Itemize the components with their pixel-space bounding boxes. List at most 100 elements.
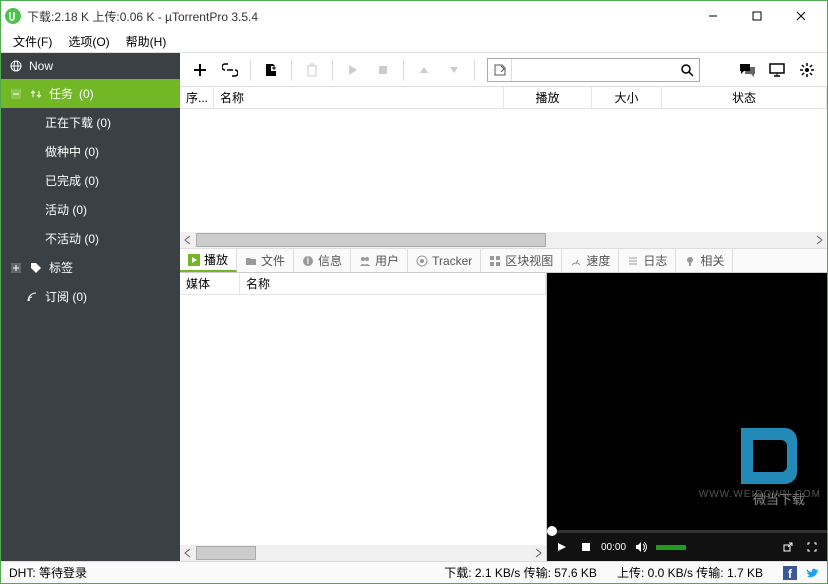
video-frame[interactable]: 微当下载 WWW.WEIDOWN.COM (547, 273, 827, 530)
menu-file[interactable]: 文件(F) (5, 31, 60, 52)
list-icon (627, 255, 639, 267)
scroll-left-icon[interactable] (180, 233, 196, 247)
settings-button[interactable] (793, 57, 821, 83)
gauge-icon (570, 255, 582, 267)
toolbar (180, 53, 827, 87)
tab-log[interactable]: 日志 (619, 249, 676, 272)
video-play-button[interactable] (553, 538, 571, 556)
torrent-list-body[interactable] (180, 109, 827, 232)
col-media-name[interactable]: 名称 (240, 273, 546, 294)
detail-tabs: 播放 文件 i信息 用户 Tracker 区块视图 速度 日志 相关 (180, 249, 827, 273)
sidebar-tasks-count: (0) (79, 87, 94, 101)
info-icon: i (302, 255, 314, 267)
media-hscrollbar[interactable] (180, 545, 546, 561)
tab-info[interactable]: i信息 (294, 249, 351, 272)
video-popout-button[interactable] (779, 538, 797, 556)
chat-button[interactable] (733, 57, 761, 83)
users-icon (359, 255, 371, 267)
torrent-list-header: 序... 名称 播放 大小 状态 (180, 87, 827, 109)
facebook-icon[interactable]: f (783, 566, 797, 580)
sidebar-item-completed[interactable]: 已完成 (0) (1, 166, 180, 195)
remote-button[interactable] (763, 57, 791, 83)
video-player: 微当下载 WWW.WEIDOWN.COM 00:00 (547, 273, 827, 561)
expand-icon (9, 263, 23, 273)
add-url-button[interactable] (216, 57, 244, 83)
media-list: 媒体 名称 (180, 273, 547, 561)
search-input[interactable] (512, 59, 675, 81)
target-icon (416, 255, 428, 267)
col-media[interactable]: 媒体 (180, 273, 240, 294)
move-down-button[interactable] (440, 57, 468, 83)
twitter-icon[interactable] (805, 566, 819, 580)
detail-panel: 播放 文件 i信息 用户 Tracker 区块视图 速度 日志 相关 媒体 名称 (180, 249, 827, 561)
video-volume-slider[interactable] (656, 545, 686, 550)
video-volume-button[interactable] (632, 538, 650, 556)
app-icon (5, 8, 21, 24)
search-box (487, 58, 700, 82)
sidebar-item-labels[interactable]: 标签 (1, 253, 180, 282)
stop-button[interactable] (369, 57, 397, 83)
status-dht[interactable]: DHT: 等待登录 (9, 564, 87, 581)
torrent-hscrollbar[interactable] (180, 232, 827, 248)
col-seq[interactable]: 序... (180, 87, 214, 108)
sidebar-item-downloading[interactable]: 正在下载 (0) (1, 108, 180, 137)
scroll-right-icon[interactable] (811, 233, 827, 247)
status-download[interactable]: 下载: 2.1 KB/s 传输: 57.6 KB (444, 564, 597, 581)
titlebar: 下载:2.18 K 上传:0.06 K - µTorrentPro 3.5.4 (1, 1, 827, 31)
sidebar-item-active[interactable]: 活动 (0) (1, 195, 180, 224)
video-fullscreen-button[interactable] (803, 538, 821, 556)
grid-icon (489, 255, 501, 267)
start-button[interactable] (339, 57, 367, 83)
col-name[interactable]: 名称 (214, 87, 504, 108)
close-button[interactable] (779, 2, 823, 30)
menubar: 文件(F) 选项(O) 帮助(H) (1, 31, 827, 53)
remove-button[interactable] (298, 57, 326, 83)
maximize-button[interactable] (735, 2, 779, 30)
torrent-list: 序... 名称 播放 大小 状态 (180, 87, 827, 249)
search-category-button[interactable] (488, 59, 512, 81)
menu-help[interactable]: 帮助(H) (118, 31, 175, 52)
sidebar-feeds-label: 订阅 (0) (45, 288, 87, 305)
sidebar-item-tasks[interactable]: 任务 (0) (1, 79, 180, 108)
tab-speed[interactable]: 速度 (562, 249, 619, 272)
sidebar-item-now[interactable]: Now (1, 53, 180, 79)
tab-pieces[interactable]: 区块视图 (481, 249, 562, 272)
sidebar-item-inactive[interactable]: 不活动 (0) (1, 224, 180, 253)
window-title: 下载:2.18 K 上传:0.06 K - µTorrentPro 3.5.4 (27, 8, 691, 25)
folder-icon (245, 255, 257, 267)
scroll-left-icon[interactable] (180, 546, 196, 560)
col-size[interactable]: 大小 (592, 87, 662, 108)
sidebar-item-seeding[interactable]: 做种中 (0) (1, 137, 180, 166)
scroll-right-icon[interactable] (530, 546, 546, 560)
move-up-button[interactable] (410, 57, 438, 83)
col-status[interactable]: 状态 (662, 87, 827, 108)
video-controls: 00:00 (547, 533, 827, 561)
add-torrent-button[interactable] (186, 57, 214, 83)
tab-peers[interactable]: 用户 (351, 249, 408, 272)
minimize-button[interactable] (691, 2, 735, 30)
svg-text:i: i (307, 255, 310, 267)
status-upload[interactable]: 上传: 0.0 KB/s 传输: 1.7 KB (617, 564, 763, 581)
video-time: 00:00 (601, 542, 626, 553)
bulb-icon (684, 255, 696, 267)
statusbar: DHT: 等待登录 下载: 2.1 KB/s 传输: 57.6 KB 上传: 0… (1, 561, 827, 583)
col-play[interactable]: 播放 (504, 87, 592, 108)
tab-related[interactable]: 相关 (676, 249, 733, 272)
sidebar-tasks-label: 任务 (49, 85, 73, 102)
transfer-icon (29, 88, 43, 100)
play-icon (188, 254, 200, 266)
menu-options[interactable]: 选项(O) (60, 31, 117, 52)
tab-tracker[interactable]: Tracker (408, 249, 481, 272)
sidebar-item-feeds[interactable]: 订阅 (0) (1, 282, 180, 311)
sidebar-now-label: Now (29, 59, 53, 73)
tab-files[interactable]: 文件 (237, 249, 294, 272)
tab-play[interactable]: 播放 (180, 249, 237, 272)
video-progress[interactable] (547, 530, 827, 533)
watermark-url: WWW.WEIDOWN.COM (699, 489, 821, 500)
search-button[interactable] (675, 59, 699, 81)
rss-icon (25, 291, 39, 303)
weidown-logo (729, 416, 809, 496)
video-stop-button[interactable] (577, 538, 595, 556)
media-list-body[interactable] (180, 295, 546, 545)
create-torrent-button[interactable] (257, 57, 285, 83)
